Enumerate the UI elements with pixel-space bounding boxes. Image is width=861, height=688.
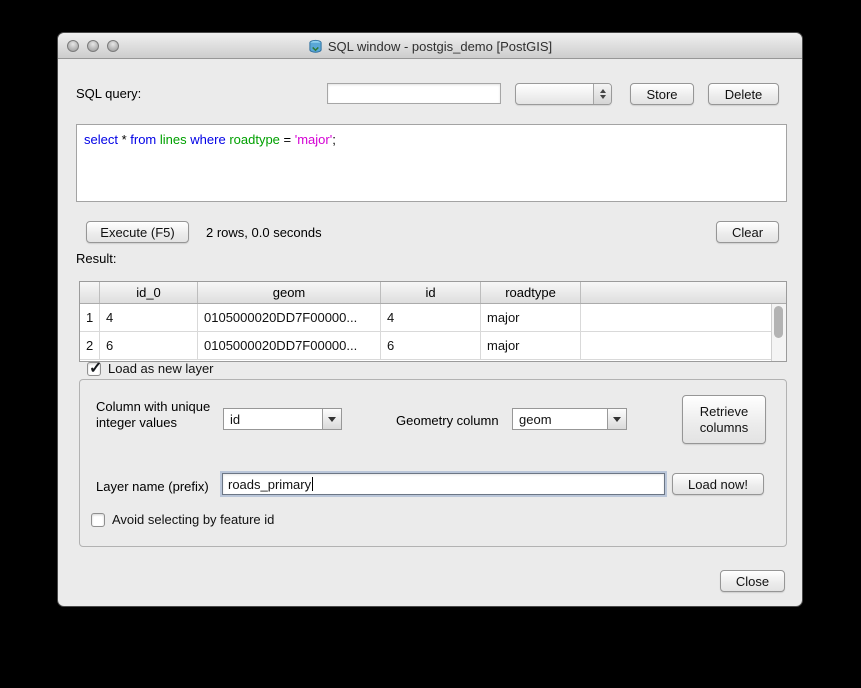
close-dialog-button[interactable]: Close bbox=[720, 570, 785, 592]
query-name-input[interactable] bbox=[327, 83, 501, 104]
sql-token: roadtype bbox=[229, 132, 280, 147]
table-header-row: id_0 geom id roadtype bbox=[80, 282, 786, 304]
window-title: SQL window - postgis_demo [PostGIS] bbox=[328, 39, 552, 54]
sql-query-label: SQL query: bbox=[76, 86, 141, 101]
table-row[interactable]: 2 6 0105000020DD7F00000... 6 major bbox=[80, 332, 786, 360]
sql-token: = bbox=[280, 132, 295, 147]
delete-button-label: Delete bbox=[725, 87, 763, 102]
cell-roadtype[interactable]: major bbox=[481, 332, 581, 359]
cell-geom[interactable]: 0105000020DD7F00000... bbox=[198, 332, 381, 359]
close-button-label: Close bbox=[736, 574, 769, 589]
store-button[interactable]: Store bbox=[630, 83, 694, 105]
chevron-down-icon bbox=[322, 409, 341, 429]
column-header-id[interactable]: id bbox=[381, 282, 481, 303]
execute-button-label: Execute (F5) bbox=[100, 225, 174, 240]
titlebar[interactable]: SQL window - postgis_demo [PostGIS] bbox=[58, 33, 802, 59]
corner-header-cell[interactable] bbox=[80, 282, 100, 303]
load-now-button[interactable]: Load now! bbox=[672, 473, 764, 495]
sql-token: from bbox=[130, 132, 156, 147]
query-status-text: 2 rows, 0.0 seconds bbox=[206, 225, 322, 240]
column-header-geom[interactable]: geom bbox=[198, 282, 381, 303]
table-filler-cell bbox=[581, 304, 786, 331]
result-table: id_0 geom id roadtype 1 4 0105000020DD7F… bbox=[79, 281, 787, 362]
sql-token: select bbox=[84, 132, 118, 147]
layer-name-value: roads_primary bbox=[228, 477, 311, 492]
unique-column-label-line1: Column with unique bbox=[96, 399, 210, 414]
stored-query-dropdown[interactable] bbox=[515, 83, 612, 105]
column-header-roadtype[interactable]: roadtype bbox=[481, 282, 581, 303]
layer-name-input[interactable]: roads_primary bbox=[222, 473, 665, 495]
cell-id[interactable]: 6 bbox=[381, 332, 481, 359]
unique-column-combobox[interactable]: id bbox=[223, 408, 342, 430]
retrieve-columns-label-line1: Retrieve bbox=[700, 404, 748, 420]
text-caret bbox=[312, 477, 313, 491]
table-filler-cell bbox=[581, 332, 786, 359]
vertical-scrollbar[interactable] bbox=[771, 304, 786, 361]
check-icon: ✓ bbox=[89, 358, 102, 378]
sql-editor[interactable]: select * from lines where roadtype = 'ma… bbox=[76, 124, 787, 202]
popup-arrows-icon bbox=[593, 84, 611, 104]
sql-token: lines bbox=[160, 132, 187, 147]
title-area: SQL window - postgis_demo [PostGIS] bbox=[58, 33, 802, 59]
delete-button[interactable]: Delete bbox=[708, 83, 779, 105]
sql-token: ; bbox=[332, 132, 336, 147]
sql-window-icon bbox=[308, 39, 323, 54]
geometry-column-label: Geometry column bbox=[396, 413, 499, 428]
unique-column-value: id bbox=[224, 409, 322, 429]
cell-geom[interactable]: 0105000020DD7F00000... bbox=[198, 304, 381, 331]
clear-button[interactable]: Clear bbox=[716, 221, 779, 243]
layer-name-label: Layer name (prefix) bbox=[96, 479, 209, 494]
load-as-new-layer-checkbox[interactable]: ✓ bbox=[87, 362, 101, 376]
column-header-id_0[interactable]: id_0 bbox=[100, 282, 198, 303]
execute-button[interactable]: Execute (F5) bbox=[86, 221, 189, 243]
avoid-selecting-checkbox[interactable]: ✓ bbox=[91, 513, 105, 527]
retrieve-columns-button[interactable]: Retrieve columns bbox=[682, 395, 766, 444]
table-row[interactable]: 1 4 0105000020DD7F00000... 4 major bbox=[80, 304, 786, 332]
row-number-cell[interactable]: 1 bbox=[80, 304, 100, 331]
cell-id_0[interactable]: 4 bbox=[100, 304, 198, 331]
store-button-label: Store bbox=[646, 87, 677, 102]
result-label: Result: bbox=[76, 251, 116, 266]
sql-token: * bbox=[118, 132, 130, 147]
sql-token: where bbox=[190, 132, 225, 147]
avoid-selecting-label[interactable]: Avoid selecting by feature id bbox=[112, 512, 274, 527]
clear-button-label: Clear bbox=[732, 225, 763, 240]
cell-roadtype[interactable]: major bbox=[481, 304, 581, 331]
load-as-new-layer-label[interactable]: Load as new layer bbox=[108, 361, 214, 376]
row-number-cell[interactable]: 2 bbox=[80, 332, 100, 359]
sql-token: 'major' bbox=[295, 132, 332, 147]
retrieve-columns-label-line2: columns bbox=[700, 420, 748, 436]
unique-column-label-line2: integer values bbox=[96, 415, 177, 430]
unique-column-label: Column with unique integer values bbox=[96, 399, 210, 431]
scrollbar-thumb[interactable] bbox=[774, 306, 783, 338]
sql-query-text: select * from lines where roadtype = 'ma… bbox=[84, 132, 336, 147]
chevron-down-icon bbox=[607, 409, 626, 429]
geometry-column-combobox[interactable]: geom bbox=[512, 408, 627, 430]
cell-id[interactable]: 4 bbox=[381, 304, 481, 331]
cell-id_0[interactable]: 6 bbox=[100, 332, 198, 359]
geometry-column-value: geom bbox=[513, 409, 607, 429]
sql-window: SQL window - postgis_demo [PostGIS] SQL … bbox=[57, 32, 803, 607]
load-now-button-label: Load now! bbox=[688, 477, 748, 492]
header-filler bbox=[581, 282, 786, 303]
